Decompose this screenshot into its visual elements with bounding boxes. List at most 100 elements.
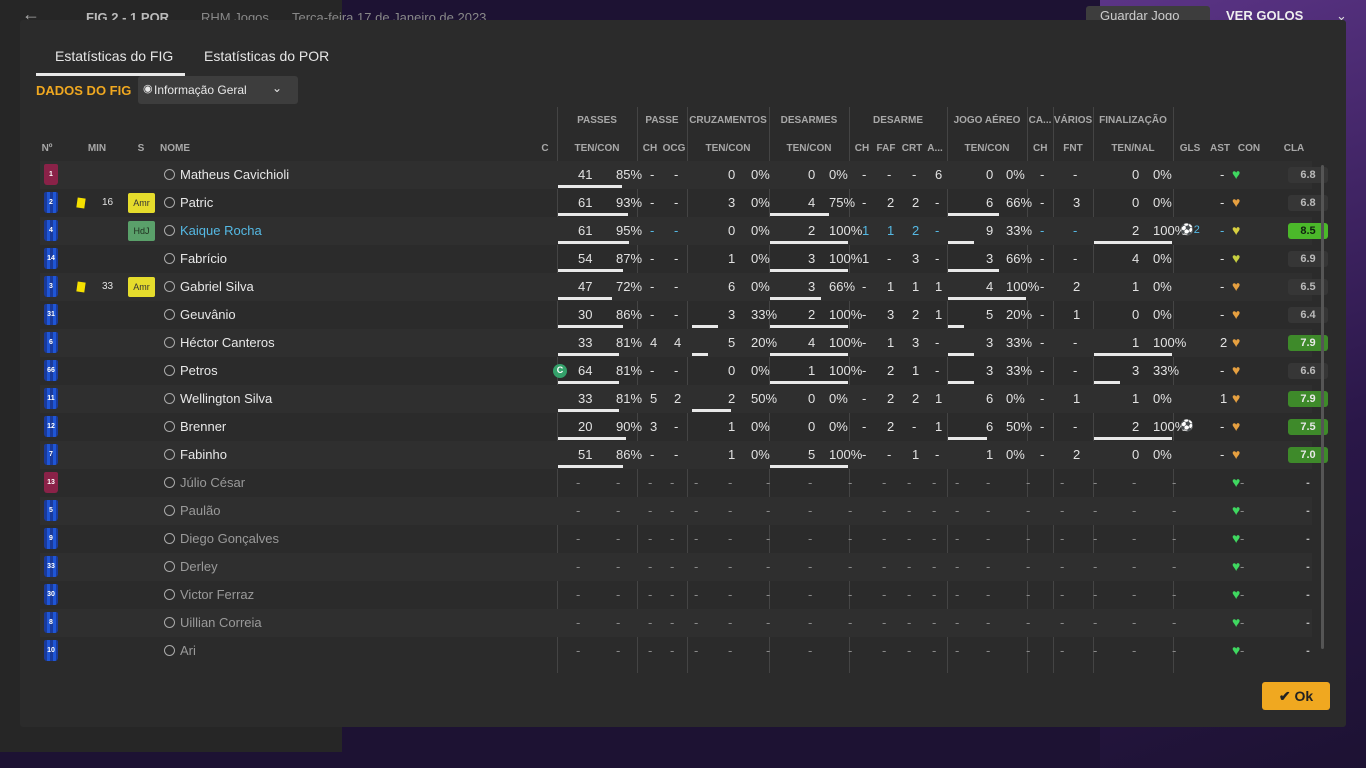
- column-header: A...: [927, 143, 943, 154]
- player-name[interactable]: Geuvânio: [180, 307, 236, 322]
- empty-stat: -: [907, 559, 912, 574]
- player-name[interactable]: Brenner: [180, 419, 226, 434]
- table-row[interactable]: 9 Diego Gonçalves - - - - - - - - - - - - - - - - - - - - ♥ -: [40, 525, 1312, 553]
- empty-stat: -: [1093, 531, 1098, 546]
- empty-stat: -: [986, 475, 991, 490]
- empty-stat: -: [1240, 503, 1245, 518]
- stat-da: 1: [935, 419, 943, 434]
- stat-faf: 1: [887, 223, 895, 238]
- table-row[interactable]: 4 HdJ Kaique Rocha 61 95% 0 0% 2 100% 9 33% 2 100% - -…: [40, 217, 1328, 245]
- empty-stat: -: [616, 503, 621, 518]
- stat-value: 41: [578, 167, 593, 182]
- stat-fnt: -: [1073, 223, 1078, 238]
- stat-percent: 0%: [1006, 391, 1025, 406]
- stat-value: 0: [808, 167, 816, 182]
- stat-ast: 1: [1220, 391, 1228, 406]
- empty-stat: -: [955, 531, 960, 546]
- empty-stat: -: [728, 531, 733, 546]
- stat-percent: 66%: [829, 279, 856, 294]
- stat-ca: -: [1040, 307, 1045, 322]
- player-name[interactable]: Gabriel Silva: [180, 279, 254, 294]
- person-icon: [164, 309, 175, 320]
- table-row[interactable]: 30 Victor Ferraz - - - - - - - - - - - - - - - - - - - - ♥ -: [40, 581, 1312, 609]
- player-name[interactable]: Wellington Silva: [180, 391, 272, 406]
- table-row[interactable]: 8 Uillian Correia - - - - - - - - - - - - - - - - - - - - ♥ -: [40, 609, 1312, 637]
- stat-ca: -: [1040, 363, 1045, 378]
- player-name[interactable]: Patric: [180, 195, 213, 210]
- empty-stat: -: [808, 475, 813, 490]
- player-name[interactable]: Matheus Cavichioli: [180, 167, 289, 182]
- table-row[interactable]: 5 Paulão - - - - - - - - - - - - - - - - - - - - ♥ -: [40, 497, 1312, 525]
- table-row[interactable]: 6 Héctor Canteros 33 81% 5 20% 4 100% 3 33% 1 100% 4…: [40, 329, 1328, 357]
- player-name[interactable]: Fabrício: [180, 251, 227, 266]
- stat-percent: 33%: [1153, 363, 1180, 378]
- condition-heart-icon: ♥: [1232, 194, 1241, 210]
- table-row[interactable]: 33 Derley - - - - - - - - - - - - - - - - - - - - ♥ -: [40, 553, 1312, 581]
- player-name[interactable]: Uillian Correia: [180, 615, 262, 630]
- shirt-number: 3: [44, 276, 58, 297]
- stat-pch: 4: [650, 335, 658, 350]
- player-name[interactable]: Fabinho: [180, 447, 227, 462]
- empty-stat: -: [616, 587, 621, 602]
- player-name[interactable]: Kaique Rocha: [180, 223, 262, 238]
- empty-stat: -: [932, 643, 937, 658]
- condition-heart-icon: ♥: [1232, 390, 1241, 406]
- person-icon: [164, 617, 175, 628]
- empty-stat: -: [848, 587, 853, 602]
- stat-percent: 0%: [1153, 447, 1172, 462]
- empty-stat: -: [694, 615, 699, 630]
- stat-percent: 100%: [829, 363, 863, 378]
- person-icon: [164, 281, 175, 292]
- stat-value: 0: [808, 391, 816, 406]
- stat-value: 6: [986, 391, 994, 406]
- player-name[interactable]: Júlio César: [180, 475, 245, 490]
- stat-percent: 100%: [829, 251, 863, 266]
- stat-crt: 3: [912, 251, 920, 266]
- stat-dch: -: [862, 447, 867, 462]
- table-row[interactable]: 13 Júlio César - - - - - - - - - - - - - - - - - - - - ♥ -: [40, 469, 1312, 497]
- empty-stat: -: [1240, 531, 1245, 546]
- empty-stat: -: [576, 587, 581, 602]
- stat-ast: -: [1220, 447, 1225, 462]
- table-row[interactable]: 11 Wellington Silva 33 81% 2 50% 0 0% 6 0% 1 0% 5 2-2…: [40, 385, 1328, 413]
- table-row[interactable]: 31 Geuvânio 30 86% 3 33% 2 100% 5 20% 0 0% - - -3 2 1-1-…: [40, 301, 1328, 329]
- table-row[interactable]: 10 Ari - - - - - - - - - - - - - - - - - - - - ♥ -: [40, 637, 1312, 665]
- scrollbar[interactable]: [1321, 165, 1324, 649]
- table-row[interactable]: 2 16 Amr Patric 61 93% 3 0% 4 75% 6 66% 0 0% - - -2 2- -3-…: [40, 189, 1328, 217]
- table-row[interactable]: 66 Petros C 64 81% 0 0% 1 100% 3 33% 3 33% - - -2 1- - - - ♥…: [40, 357, 1328, 385]
- ok-button[interactable]: ✔ Ok: [1262, 682, 1330, 710]
- column-header: TEN/CON: [705, 143, 751, 154]
- table-row[interactable]: 3 33 Amr Gabriel Silva 47 72% 6 0% 3 66% 4 100% 1 0% -…: [40, 273, 1328, 301]
- stat-value: 5: [808, 447, 816, 462]
- stat-value: 0: [1132, 307, 1140, 322]
- shirt-number: 1: [44, 164, 58, 185]
- stat-value: 0: [728, 363, 736, 378]
- table-row[interactable]: 7 Fabinho 51 86% 1 0% 5 100% 1 0% 0 0% - - - -1- -2- ♥ 7.0: [40, 441, 1328, 469]
- column-header: CLA: [1283, 143, 1305, 154]
- player-name[interactable]: Diego Gonçalves: [180, 531, 279, 546]
- table-row[interactable]: 1 Matheus Cavichioli 41 85% 0 0% 0 0% 0 0% 0 0% - - - -…: [40, 161, 1328, 189]
- player-name[interactable]: Victor Ferraz: [180, 587, 254, 602]
- table-row[interactable]: 12 Brenner 20 90% 1 0% 0 0% 6 50% 2 100% 3- -2-1- - - ⚽ ♥…: [40, 413, 1328, 441]
- empty-stat: -: [986, 615, 991, 630]
- stat-percent: 0%: [1006, 447, 1025, 462]
- player-name[interactable]: Héctor Canteros: [180, 335, 275, 350]
- player-name[interactable]: Paulão: [180, 503, 220, 518]
- top-bar: ← FIG 2 - 1 POR RHM Jogos Terça-feira 17…: [0, 0, 1366, 25]
- stat-value: 2: [1132, 223, 1140, 238]
- player-name[interactable]: Petros: [180, 363, 218, 378]
- empty-stat: -: [932, 615, 937, 630]
- player-name[interactable]: Ari: [180, 643, 196, 658]
- empty-stat: -: [1060, 531, 1065, 546]
- stat-percent: 0%: [1153, 195, 1172, 210]
- stat-value: 3: [728, 195, 736, 210]
- stat-pch: -: [650, 279, 655, 294]
- empty-stat: -: [907, 531, 912, 546]
- stat-dch: -: [862, 419, 867, 434]
- table-row[interactable]: 14 Fabrício 54 87% 1 0% 3 100% 3 66% 4 0% - -1-3- - - - ♥…: [40, 245, 1328, 273]
- group-header: JOGO AÉREO: [953, 115, 1021, 126]
- stat-percent: 0%: [751, 447, 770, 462]
- stat-fnt: -: [1073, 251, 1078, 266]
- player-name[interactable]: Derley: [180, 559, 218, 574]
- condition-heart-icon: ♥: [1232, 278, 1241, 294]
